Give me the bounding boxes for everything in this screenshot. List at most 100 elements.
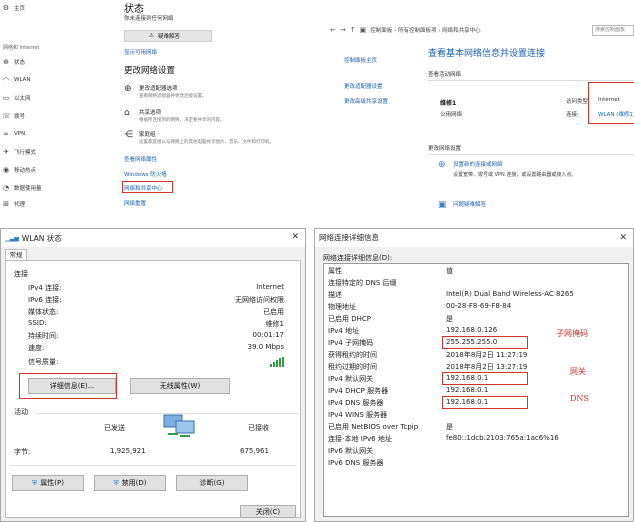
group-label: 活动	[14, 408, 28, 416]
signal-row: 信号质量:	[28, 357, 284, 367]
sidebar-item-label: 代理	[14, 202, 26, 208]
highlight-box	[19, 373, 117, 399]
troubleshoot-icon: ▣	[438, 200, 447, 210]
signal-strength-icon	[270, 357, 284, 367]
status-row: SSID: 维修1	[28, 319, 284, 329]
sidebar-item-airplane[interactable]: ✈ 飞行模式	[2, 146, 36, 158]
close-button[interactable]: 关闭(C)	[240, 505, 296, 518]
airplane-icon: ✈	[3, 148, 9, 156]
connection-status-text: 你未连接到任何网络	[124, 16, 174, 22]
table-row[interactable]: 已启用 DHCP 是	[328, 314, 628, 324]
value-cell: 192.168.0.126	[446, 326, 498, 334]
table-row[interactable]: 已启用 NetBIOS over Tcpip 是	[328, 422, 628, 432]
back-arrow-icon[interactable]: ←	[330, 26, 336, 34]
sidebar-item-proxy[interactable]: ⊞ 代理	[2, 198, 25, 210]
property-cell: 描述	[328, 291, 342, 299]
sharing-options-item[interactable]: ⌂ 共享选项 根据所连接到的网络，决定要共享的内容。	[124, 108, 225, 123]
property-cell: IPv4 默认网关	[328, 375, 374, 383]
close-icon[interactable]: ✕	[619, 229, 627, 247]
value-cell: 2018年8月2日 11:27:19	[446, 351, 528, 359]
sidebar-item-wlan[interactable]: ◠ WLAN	[2, 74, 31, 86]
page-title: 状态	[124, 4, 144, 15]
homegroup-item[interactable]: ⋲ 家庭组 设置家庭组以与网络上的其他电脑共享图片、音乐、文件和打印机。	[124, 130, 274, 145]
table-row[interactable]: 获得租约的时间 2018年8月2日 11:27:19	[328, 350, 628, 360]
access-type-row: 访问类型: Internet	[566, 97, 620, 105]
highlight-box	[122, 181, 173, 193]
sidebar-item-status[interactable]: ⊕ 状态	[2, 56, 25, 68]
diagnose-button[interactable]: 诊断(G)	[176, 475, 248, 491]
wireless-properties-button[interactable]: 无线属性(W)	[130, 378, 230, 394]
property-cell: IPv4 DHCP 服务器	[328, 387, 389, 395]
sidebar-item-label: 拨号	[14, 114, 26, 120]
column-header-property[interactable]: 属性	[328, 266, 342, 276]
properties-button[interactable]: ⛨ 属性(P)	[12, 475, 84, 491]
sidebar-item-hotspot[interactable]: ◉ 移动热点	[2, 164, 36, 176]
table-row[interactable]: IPv6 默认网关	[328, 446, 628, 456]
control-panel-home-link[interactable]: 控制面板主页	[344, 56, 377, 64]
change-advanced-sharing-link[interactable]: 更改高级共享设置	[344, 97, 388, 105]
up-arrow-icon[interactable]: ↑	[350, 26, 356, 34]
property-cell: 连接特定的 DNS 后缀	[328, 279, 397, 287]
value-cell: Intel(R) Dual Band Wireless-AC 8265	[446, 290, 574, 298]
table-row[interactable]: IPv6 DNS 服务器	[328, 458, 628, 468]
status-row: 媒体状态: 已启用	[28, 307, 284, 317]
setup-connection-task[interactable]: ⊕ 设置新的连接或网络 设置宽带、拨号或 VPN 连接；或设置路由器或接入点。	[438, 160, 576, 178]
windows-firewall-link[interactable]: Windows 防火墙	[124, 170, 167, 178]
sent-label: 已发送	[104, 424, 125, 432]
sidebar-item-vpn[interactable]: ∞ VPN	[2, 128, 25, 140]
received-label: 已接收	[248, 424, 269, 432]
row-value: 39.0 Mbps	[247, 343, 284, 351]
divider	[428, 80, 634, 81]
property-cell: IPv6 默认网关	[328, 447, 374, 455]
value-cell: 00-28-F8-69-F8-84	[446, 302, 512, 310]
table-row[interactable]: 描述 Intel(R) Dual Band Wireless-AC 8265	[328, 290, 628, 300]
gear-icon: ⚙	[2, 4, 10, 12]
option-desc: 查看网络适配器并更改连接设置。	[139, 94, 207, 99]
sidebar-item-label: 状态	[14, 60, 26, 66]
disable-button[interactable]: ⛨ 禁用(D)	[94, 475, 166, 491]
table-row[interactable]: 连接特定的 DNS 后缀	[328, 278, 628, 288]
network-reset-link[interactable]: 网络重置	[124, 199, 146, 207]
sidebar-item-ethernet[interactable]: ▭ 以太网	[2, 92, 31, 104]
close-icon[interactable]: ✕	[291, 232, 299, 242]
sidebar-item-data-usage[interactable]: ◔ 数据使用量	[2, 182, 42, 194]
sidebar-item-dialup[interactable]: ☏ 拨号	[2, 110, 25, 122]
hotspot-icon: ◉	[2, 166, 10, 174]
ethernet-icon: ▭	[2, 94, 10, 102]
forward-arrow-icon[interactable]: →	[340, 26, 346, 34]
value-cell: 2018年8月2日 13:27:19	[446, 363, 528, 371]
view-network-properties-link[interactable]: 查看网络属性	[124, 155, 157, 163]
breadcrumb[interactable]: 控制面板 › 所有控制面板项 › 网络和共享中心	[370, 26, 480, 34]
adapter-options-item[interactable]: ⊕ 更改适配器选项 查看网络适配器并更改连接设置。	[124, 84, 207, 99]
table-row[interactable]: IPv4 WINS 服务器	[328, 410, 628, 420]
sidebar-item-label: 飞行模式	[14, 150, 37, 156]
sidebar-item-label: 移动热点	[14, 168, 37, 174]
column-header-value[interactable]: 值	[446, 266, 453, 276]
settings-network-status-panel: ⚙ 主页 网络和 Internet ⊕ 状态 ◠ WLAN ▭ 以太网 ☏ 拨号…	[0, 0, 300, 215]
dialog-title: WLAN 状态	[21, 233, 62, 243]
network-type[interactable]: 公用网络	[440, 110, 462, 118]
connection-label: 连接:	[566, 112, 579, 118]
troubleshoot-button[interactable]: ⚠ 疑难解答	[124, 30, 212, 42]
search-input[interactable]: 搜索控制面板	[592, 25, 634, 36]
show-available-networks-link[interactable]: 显示可用网络	[124, 48, 157, 56]
table-row[interactable]: 连接-本地 IPv6 地址 fe80::1dcb:2103:765a:1ac6%1…	[328, 434, 628, 444]
row-value: 维修1	[265, 320, 284, 328]
troubleshoot-task[interactable]: ▣ 问题疑难解答	[438, 200, 486, 210]
details-table[interactable]: 属性 值 连接特定的 DNS 后缀 描述 Intel(R) Dual Band W…	[323, 263, 629, 517]
section-title: 查看活动网络	[428, 72, 462, 78]
option-title: 家庭组	[139, 132, 156, 138]
sidebar-item-home[interactable]: ⚙ 主页	[2, 2, 25, 14]
network-sharing-center-panel: ← → ↑ ▣ 控制面板 › 所有控制面板项 › 网络和共享中心 搜索控制面板 …	[330, 0, 634, 215]
title-bar: ▁▃▅ WLAN 状态 ✕	[1, 229, 305, 247]
table-row[interactable]: 物理地址 00-28-F8-69-F8-84	[328, 302, 628, 312]
sidebar-item-label: 以太网	[14, 96, 31, 102]
sidebar-item-label: WLAN	[14, 77, 31, 83]
phone-icon: ☏	[2, 112, 11, 120]
change-adapter-settings-link[interactable]: 更改适配器设置	[344, 82, 383, 90]
group-label: 连接	[14, 270, 28, 278]
value-cell: fe80::1dcb:2103:765a:1ac6%16	[446, 434, 559, 442]
row-label: 信号质量:	[28, 358, 59, 366]
option-desc: 根据所连接到的网络，决定要共享的内容。	[139, 118, 225, 123]
table-header: 属性 值	[328, 266, 628, 276]
